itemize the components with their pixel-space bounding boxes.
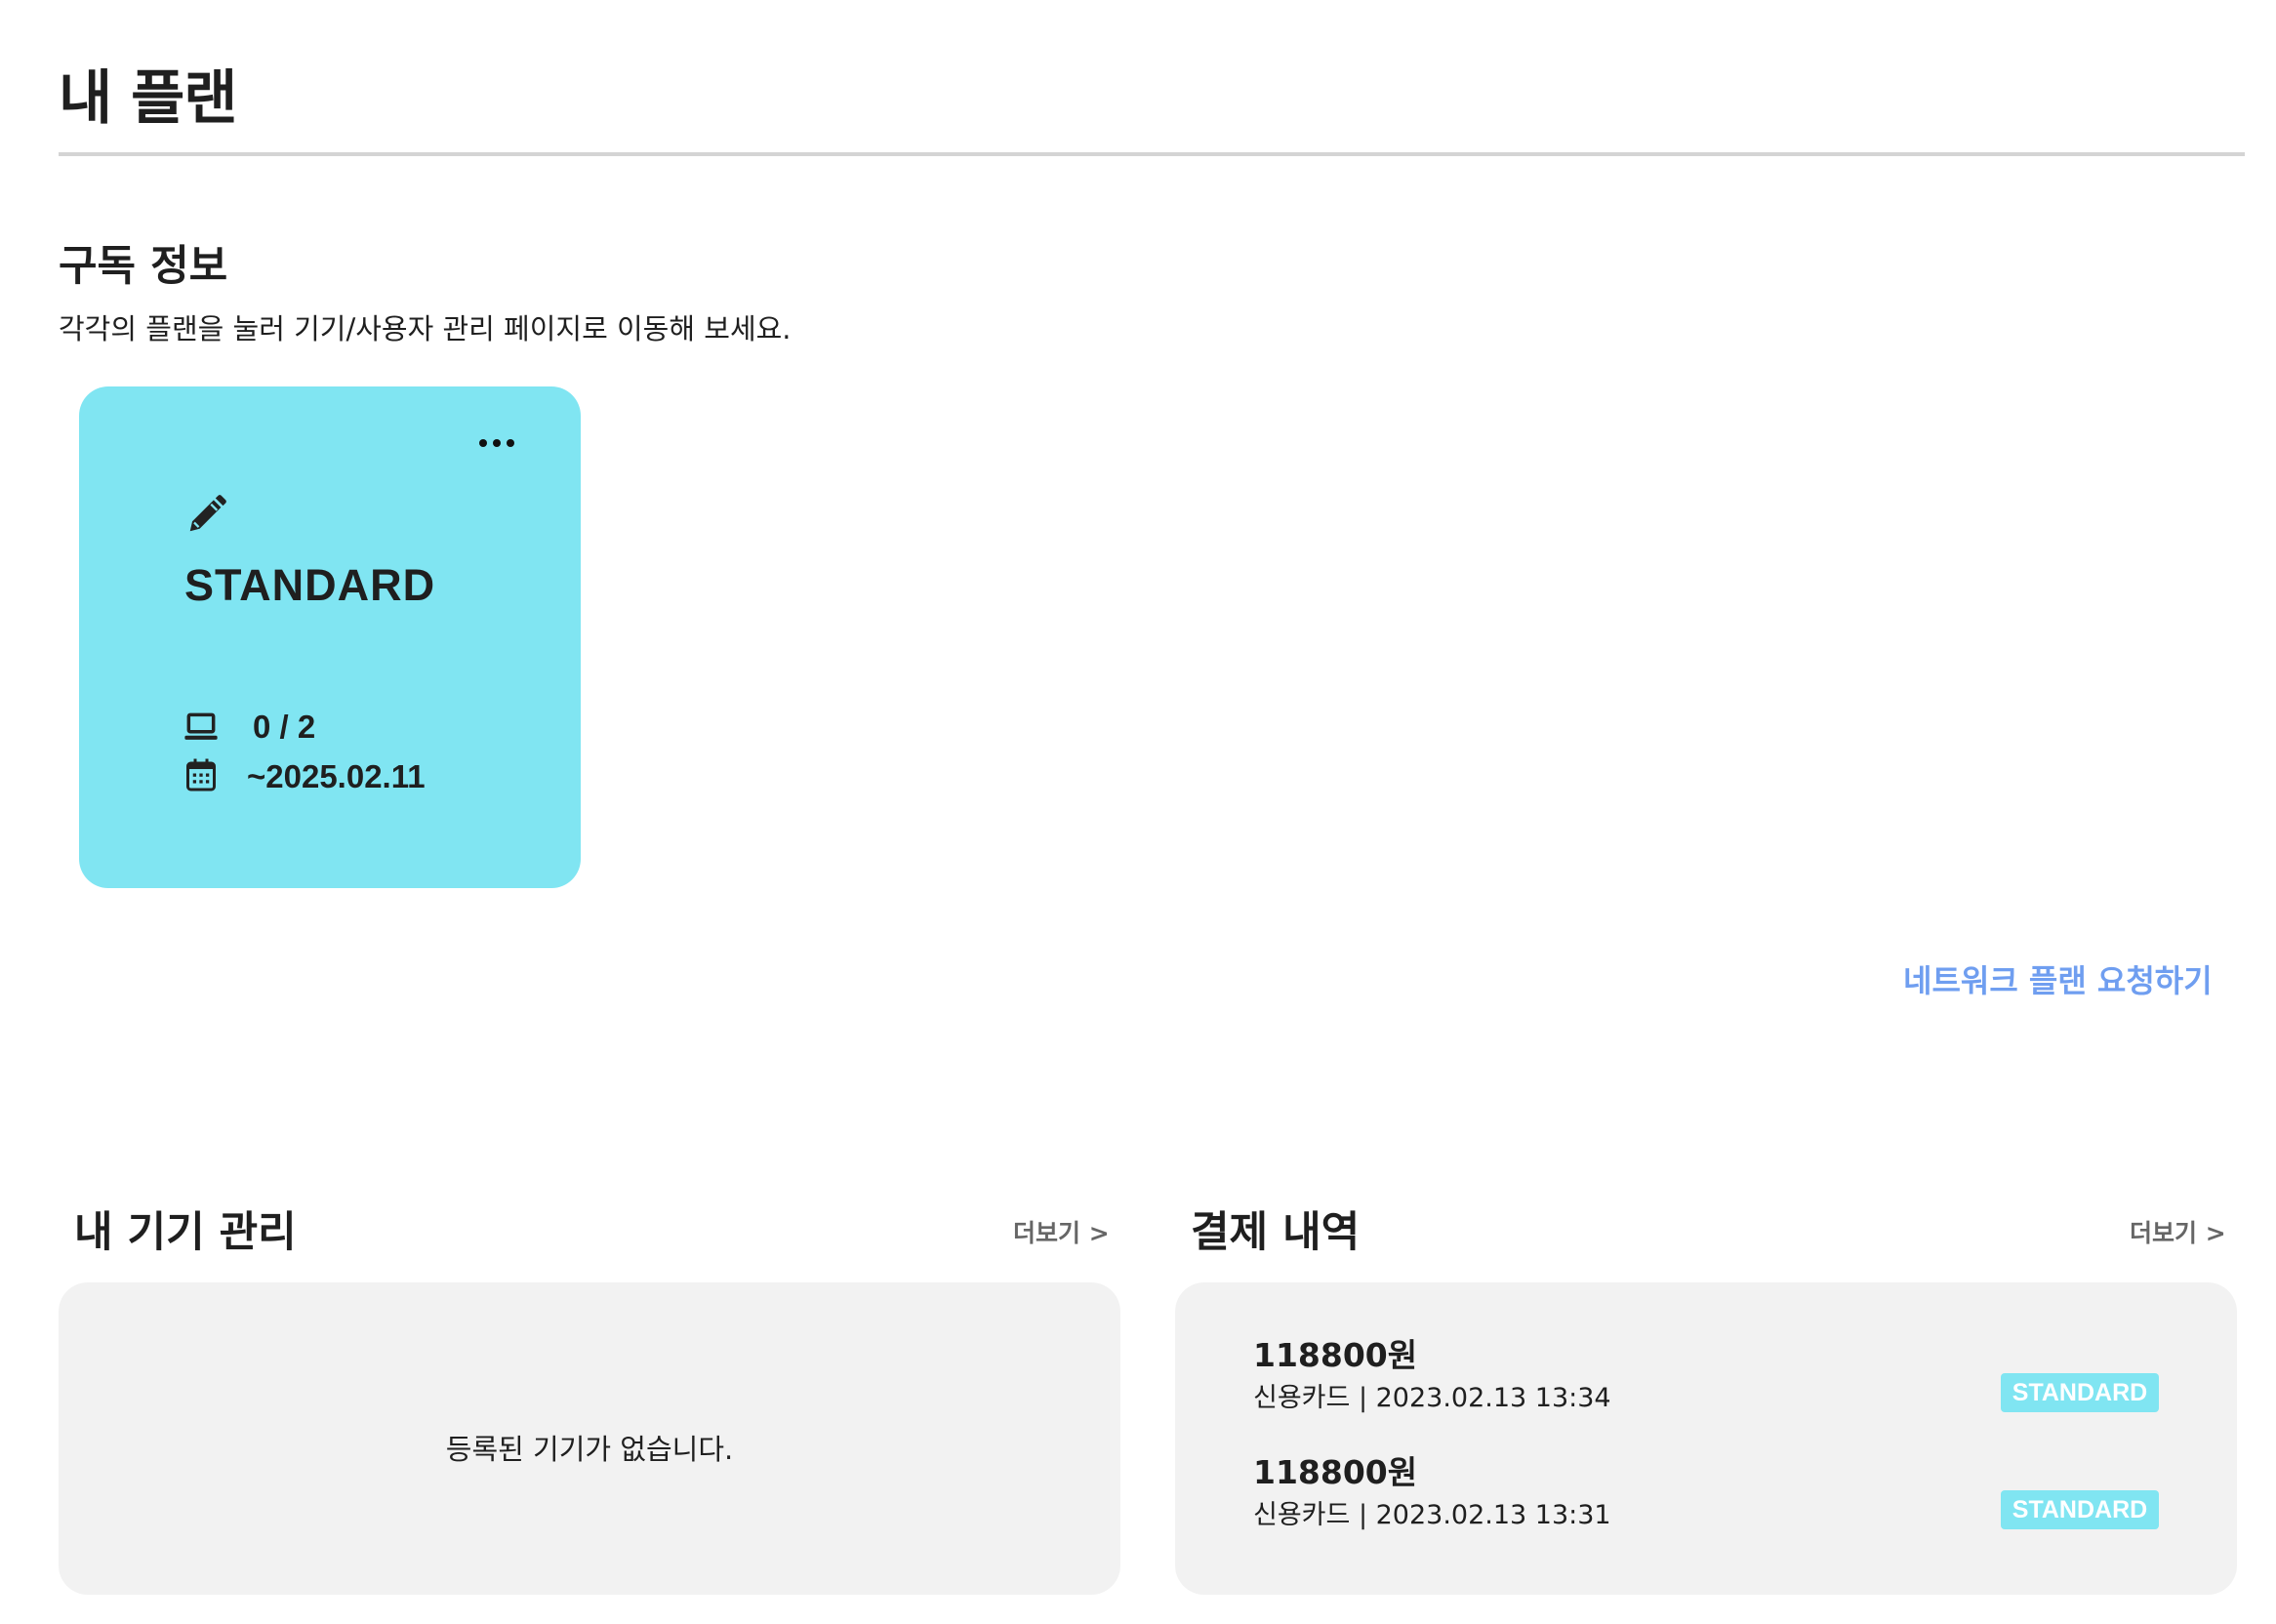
devices-more-link[interactable]: 더보기 > [1013, 1214, 1110, 1249]
calendar-icon [186, 758, 216, 792]
expiry-date: ~2025.02.11 [247, 758, 426, 794]
plan-card[interactable]: STANDARD 0 / 2 ~2025.02.11 [79, 386, 581, 888]
plan-badge: STANDARD [2001, 1373, 2159, 1412]
devices-empty-message: 등록된 기기가 없습니다. [445, 1433, 734, 1466]
subscription-title: 구독 정보 [59, 242, 228, 291]
request-network-plan-link[interactable]: 네트워크 플랜 요청하기 [1903, 956, 2213, 1001]
pencil-icon[interactable] [184, 492, 229, 537]
plan-badge: STANDARD [2001, 1490, 2159, 1529]
payment-amount: 118800원 [1253, 1336, 1418, 1374]
device-count: 0 / 2 [253, 709, 316, 745]
devices-panel-title: 내 기기 관리 [74, 1208, 297, 1257]
payments-panel-title: 결제 내역 [1191, 1208, 1361, 1257]
title-divider [59, 152, 2245, 156]
payments-panel: 118800원 신용카드 | 2023.02.13 13:34 STANDARD… [1175, 1282, 2237, 1595]
payment-meta: 신용카드 | 2023.02.13 13:31 [1253, 1500, 1611, 1530]
subscription-description: 각각의 플랜을 눌러 기기/사용자 관리 페이지로 이동해 보세요. [59, 312, 792, 345]
page-title: 내 플랜 [59, 64, 237, 133]
plan-name: STANDARD [184, 560, 436, 610]
laptop-icon [184, 712, 218, 740]
devices-panel: 등록된 기기가 없습니다. [59, 1282, 1120, 1595]
payment-meta: 신용카드 | 2023.02.13 13:34 [1253, 1383, 1611, 1413]
payment-amount: 118800원 [1253, 1453, 1418, 1491]
payments-more-link[interactable]: 더보기 > [2130, 1214, 2226, 1249]
more-dots-icon[interactable] [467, 422, 526, 465]
